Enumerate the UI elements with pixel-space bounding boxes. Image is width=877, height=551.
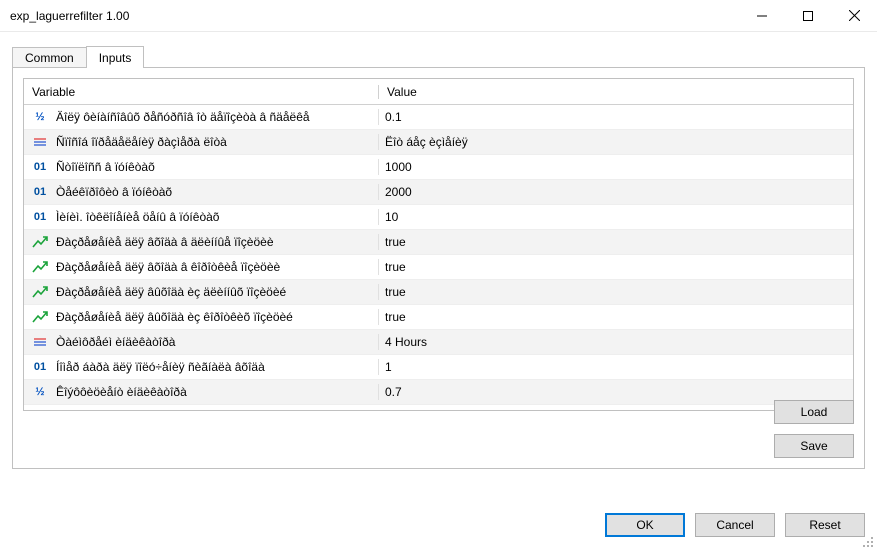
minimize-icon bbox=[757, 11, 767, 21]
value-cell[interactable]: Ëîò áåç èçìåíèÿ bbox=[379, 135, 853, 149]
variable-cell: Ðàçðåøåíèå äëÿ âõîäà â äëèííûå ïîçèöèè bbox=[24, 234, 379, 250]
value-text: 10 bbox=[385, 210, 398, 224]
table-row[interactable]: 01 Òåéêïðîôèò â ïóíêòàõ 2000 bbox=[24, 180, 853, 205]
value-cell[interactable]: true bbox=[379, 310, 853, 324]
variable-cell: Ñïîñîá îïðåäåëåíèÿ ðàçìåðà ëîòà bbox=[24, 134, 379, 150]
table-row[interactable]: 01 Ñòîïëîññ â ïóíêòàõ 1000 bbox=[24, 155, 853, 180]
value-text: true bbox=[385, 235, 406, 249]
variable-name: Ñïîñîá îïðåäåëåíèÿ ðàçìåðà ëîòà bbox=[56, 135, 227, 149]
variable-name: Êîýôôèöèåíò èíäèêàòîðà bbox=[56, 385, 187, 399]
save-button[interactable]: Save bbox=[774, 434, 854, 458]
value-cell[interactable]: 1000 bbox=[379, 160, 853, 174]
maximize-button[interactable] bbox=[785, 0, 831, 32]
reset-button[interactable]: Reset bbox=[785, 513, 865, 537]
variable-name: Ðàçðåøåíèå äëÿ âõîäà â êîðîòêèå ïîçèöèè bbox=[56, 260, 280, 274]
trend-icon bbox=[30, 234, 50, 250]
ok-button[interactable]: OK bbox=[605, 513, 685, 537]
tab-common[interactable]: Common bbox=[12, 47, 87, 68]
value-cell[interactable]: true bbox=[379, 260, 853, 274]
variable-name: Ðàçðåøåíèå äëÿ âûõîäà èç êîðîòêèõ ïîçèöè… bbox=[56, 310, 293, 324]
variable-cell: Ðàçðåøåíèå äëÿ âûõîäà èç êîðîòêèõ ïîçèöè… bbox=[24, 309, 379, 325]
window-title: exp_laguerrefilter 1.00 bbox=[10, 9, 739, 23]
resize-grip-icon[interactable] bbox=[861, 535, 875, 549]
integer-icon: 01 bbox=[30, 184, 50, 200]
fraction-icon: ½ bbox=[30, 109, 50, 125]
value-text: true bbox=[385, 260, 406, 274]
variable-cell: 01 Ìèíèì. îòêëîíåíèå öåíû â ïóíêòàõ bbox=[24, 209, 379, 225]
table-row[interactable]: Ñïîñîá îïðåäåëåíèÿ ðàçìåðà ëîòà Ëîò áåç è… bbox=[24, 130, 853, 155]
value-cell[interactable]: true bbox=[379, 235, 853, 249]
value-cell[interactable]: true bbox=[379, 285, 853, 299]
table-header: Variable Value bbox=[24, 79, 853, 105]
integer-icon: 01 bbox=[30, 159, 50, 175]
value-text: 0.1 bbox=[385, 110, 402, 124]
variable-name: Òåéêïðîôèò â ïóíêòàõ bbox=[56, 185, 172, 199]
cancel-button[interactable]: Cancel bbox=[695, 513, 775, 537]
variable-name: Ðàçðåøåíèå äëÿ âõîäà â äëèííûå ïîçèöèè bbox=[56, 235, 274, 249]
variable-cell: 01 Òåéêïðîôèò â ïóíêòàõ bbox=[24, 184, 379, 200]
trend-icon bbox=[30, 259, 50, 275]
table-row[interactable]: Ðàçðåøåíèå äëÿ âûõîäà èç äëèííûõ ïîçèöèé… bbox=[24, 280, 853, 305]
tab-inputs[interactable]: Inputs bbox=[86, 46, 145, 68]
table-row[interactable]: Ðàçðåøåíèå äëÿ âõîäà â äëèííûå ïîçèöèè tr… bbox=[24, 230, 853, 255]
side-buttons: Load Save bbox=[774, 400, 854, 458]
integer-icon: 01 bbox=[30, 209, 50, 225]
variable-cell: 01 Ñòîïëîññ â ïóíêòàõ bbox=[24, 159, 379, 175]
variable-name: Äîëÿ ôèíàíñîâûõ ðåñóðñîâ îò äåïîçèòà â ñ… bbox=[56, 110, 310, 124]
variable-name: Íîìåð áàðà äëÿ ïîëó÷åíèÿ ñèãíàëà âõîäà bbox=[56, 360, 265, 374]
value-text: Ëîò áåç èçìåíèÿ bbox=[385, 135, 468, 149]
table-row[interactable]: Ðàçðåøåíèå äëÿ âûõîäà èç êîðîòêèõ ïîçèöè… bbox=[24, 305, 853, 330]
close-button[interactable] bbox=[831, 0, 877, 32]
variable-cell: 01 Íîìåð áàðà äëÿ ïîëó÷åíèÿ ñèãíàëà âõîäà bbox=[24, 359, 379, 375]
value-text: 1000 bbox=[385, 160, 412, 174]
tabs: Common Inputs bbox=[12, 44, 865, 68]
titlebar: exp_laguerrefilter 1.00 bbox=[0, 0, 877, 32]
content-area: Common Inputs Variable Value ½ Äîëÿ ôèíàí… bbox=[0, 32, 877, 469]
col-header-value[interactable]: Value bbox=[379, 85, 853, 99]
variable-name: Ðàçðåøåíèå äëÿ âûõîäà èç äëèííûõ ïîçèöèé bbox=[56, 285, 286, 299]
table-row[interactable]: Ðàçðåøåíèå äëÿ âõîäà â êîðîòêèå ïîçèöèè t… bbox=[24, 255, 853, 280]
variable-cell: Ðàçðåøåíèå äëÿ âûõîäà èç äëèííûõ ïîçèöèé bbox=[24, 284, 379, 300]
table-row[interactable]: 01 Ìèíèì. îòêëîíåíèå öåíû â ïóíêòàõ 10 bbox=[24, 205, 853, 230]
load-button[interactable]: Load bbox=[774, 400, 854, 424]
value-cell[interactable]: 0.1 bbox=[379, 110, 853, 124]
minimize-button[interactable] bbox=[739, 0, 785, 32]
table-row[interactable]: Òàéìôðåéì èíäèêàòîðà 4 Hours bbox=[24, 330, 853, 355]
close-icon bbox=[849, 10, 860, 21]
variable-cell: ½ Êîýôôèöèåíò èíäèêàòîðà bbox=[24, 384, 379, 400]
value-cell[interactable]: 4 Hours bbox=[379, 335, 853, 349]
value-text: true bbox=[385, 310, 406, 324]
value-text: 0.7 bbox=[385, 385, 402, 399]
variable-cell: ½ Äîëÿ ôèíàíñîâûõ ðåñóðñîâ îò äåïîçèòà â … bbox=[24, 109, 379, 125]
table-row[interactable]: ½ Êîýôôèöèåíò èíäèêàòîðà 0.7 bbox=[24, 380, 853, 405]
table-row[interactable]: ½ Äîëÿ ôèíàíñîâûõ ðåñóðñîâ îò äåïîçèòà â … bbox=[24, 105, 853, 130]
variable-cell: Ðàçðåøåíèå äëÿ âõîäà â êîðîòêèå ïîçèöèè bbox=[24, 259, 379, 275]
value-cell[interactable]: 2000 bbox=[379, 185, 853, 199]
value-text: 1 bbox=[385, 360, 392, 374]
value-text: 2000 bbox=[385, 185, 412, 199]
maximize-icon bbox=[803, 11, 813, 21]
string-icon bbox=[30, 134, 50, 150]
trend-icon bbox=[30, 309, 50, 325]
variable-cell: Òàéìôðåéì èíäèêàòîðà bbox=[24, 334, 379, 350]
fraction-icon: ½ bbox=[30, 384, 50, 400]
value-text: true bbox=[385, 285, 406, 299]
value-cell[interactable]: 0.7 bbox=[379, 385, 853, 399]
variable-name: Ñòîïëîññ â ïóíêòàõ bbox=[56, 160, 155, 174]
inputs-table: Variable Value ½ Äîëÿ ôèíàíñîâûõ ðåñóðñîâ… bbox=[23, 78, 854, 411]
bottom-buttons: OK Cancel Reset bbox=[605, 513, 865, 537]
variable-name: Òàéìôðåéì èíäèêàòîðà bbox=[56, 335, 175, 349]
string-icon bbox=[30, 334, 50, 350]
integer-icon: 01 bbox=[30, 359, 50, 375]
value-text: 4 Hours bbox=[385, 335, 427, 349]
table-row[interactable]: 01 Íîìåð áàðà äëÿ ïîëó÷åíèÿ ñèãíàëà âõîäà… bbox=[24, 355, 853, 380]
col-header-variable[interactable]: Variable bbox=[24, 85, 379, 99]
tab-panel-inputs: Variable Value ½ Äîëÿ ôèíàíñîâûõ ðåñóðñîâ… bbox=[12, 67, 865, 469]
value-cell[interactable]: 1 bbox=[379, 360, 853, 374]
variable-name: Ìèíèì. îòêëîíåíèå öåíû â ïóíêòàõ bbox=[56, 210, 219, 224]
value-cell[interactable]: 10 bbox=[379, 210, 853, 224]
trend-icon bbox=[30, 284, 50, 300]
